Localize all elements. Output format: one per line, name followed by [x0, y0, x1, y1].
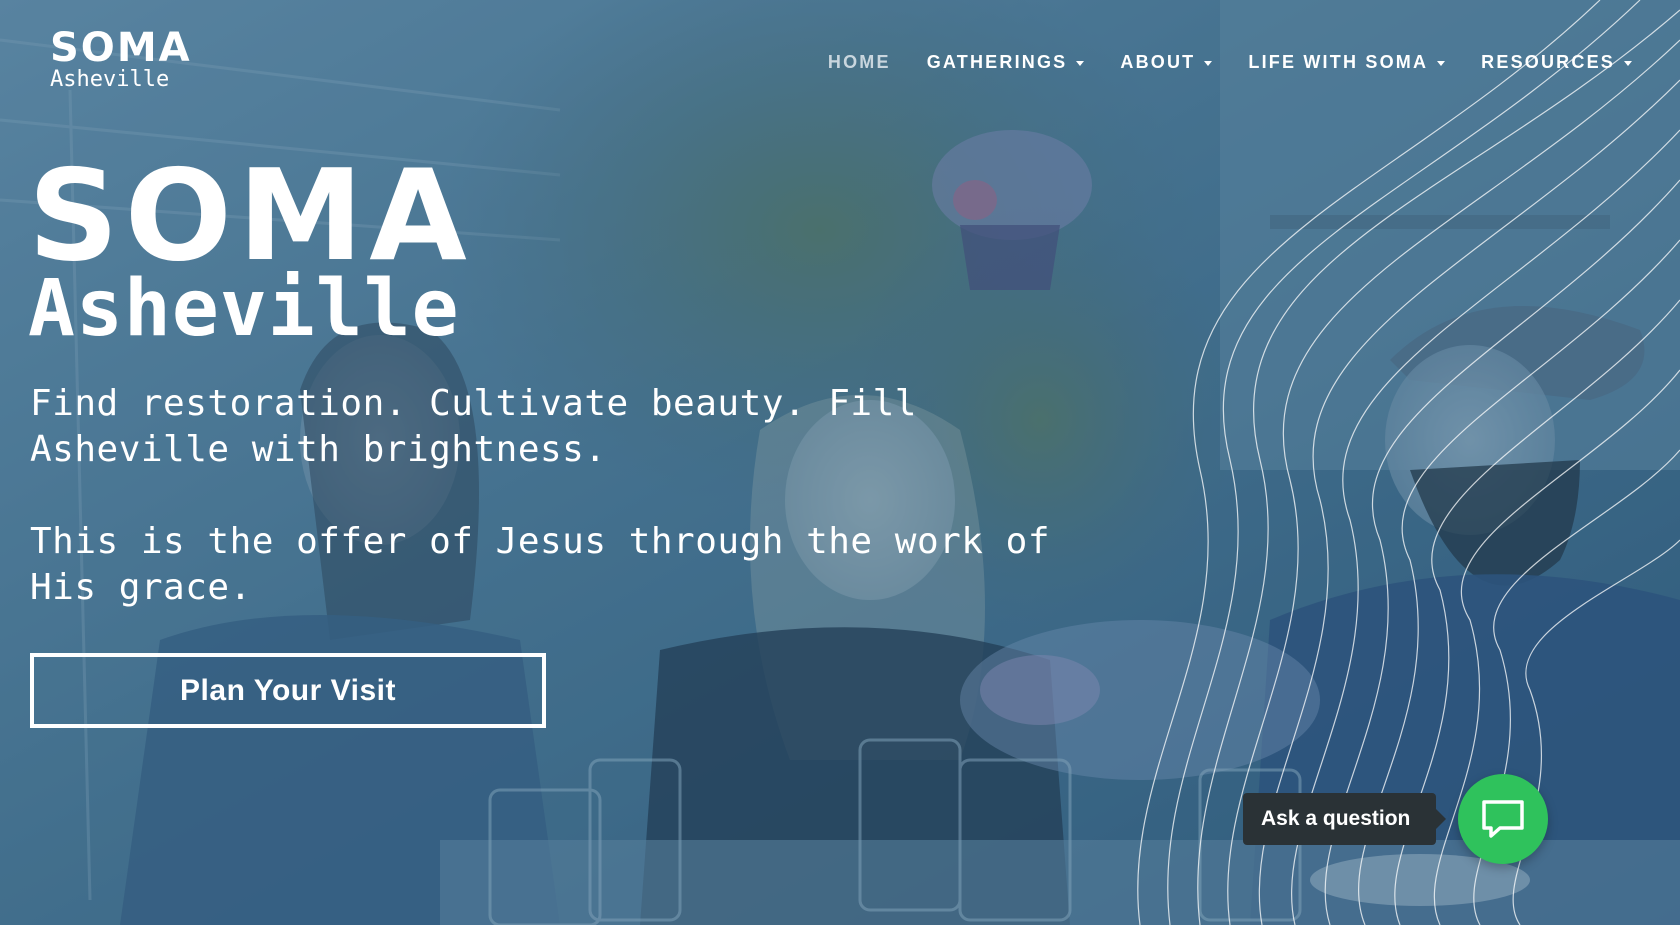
- caret-down-icon: [1437, 60, 1446, 66]
- caret-down-icon: [1204, 60, 1213, 66]
- hero-title-main: SOMA: [28, 142, 473, 289]
- nav-item-gatherings[interactable]: GATHERINGS: [927, 52, 1085, 73]
- nav-item-label: GATHERINGS: [926, 52, 1068, 72]
- hero-tagline-secondary: This is the offer of Jesus through the w…: [30, 521, 1050, 608]
- caret-down-icon: [1624, 60, 1632, 66]
- hero-title: SOMA Asheville: [28, 142, 508, 354]
- hero-section: SOMA Asheville HOME GATHERINGS ABOUT LIF…: [0, 0, 1680, 925]
- nav-item-label: HOME: [827, 52, 891, 72]
- site-logo[interactable]: SOMA Asheville: [50, 25, 200, 92]
- nav-item-label: ABOUT: [1120, 52, 1196, 72]
- nav-item-resources[interactable]: RESOURCES: [1481, 52, 1632, 73]
- hero-title-sub: Asheville: [28, 264, 460, 354]
- caret-down-icon: [1076, 60, 1085, 66]
- hero-tagline-primary: Find restoration. Cultivate beauty. Fill…: [30, 383, 917, 470]
- main-nav: HOME GATHERINGS ABOUT LIFE WITH SOMA RES…: [792, 52, 1632, 73]
- logo-mark: SOMA: [50, 25, 192, 71]
- logo-city: Asheville: [50, 67, 170, 92]
- nav-item-life-with-soma[interactable]: LIFE WITH SOMA: [1248, 52, 1446, 73]
- chat-button[interactable]: [1458, 774, 1548, 864]
- nav-item-label: RESOURCES: [1481, 52, 1615, 72]
- nav-item-about[interactable]: ABOUT: [1120, 52, 1213, 73]
- chat-bubble-icon: [1482, 800, 1524, 838]
- nav-item-label: LIFE WITH SOMA: [1248, 52, 1429, 72]
- plan-your-visit-button[interactable]: Plan Your Visit: [30, 653, 546, 728]
- nav-item-home[interactable]: HOME: [828, 52, 891, 73]
- ask-question-label[interactable]: Ask a question: [1243, 793, 1447, 845]
